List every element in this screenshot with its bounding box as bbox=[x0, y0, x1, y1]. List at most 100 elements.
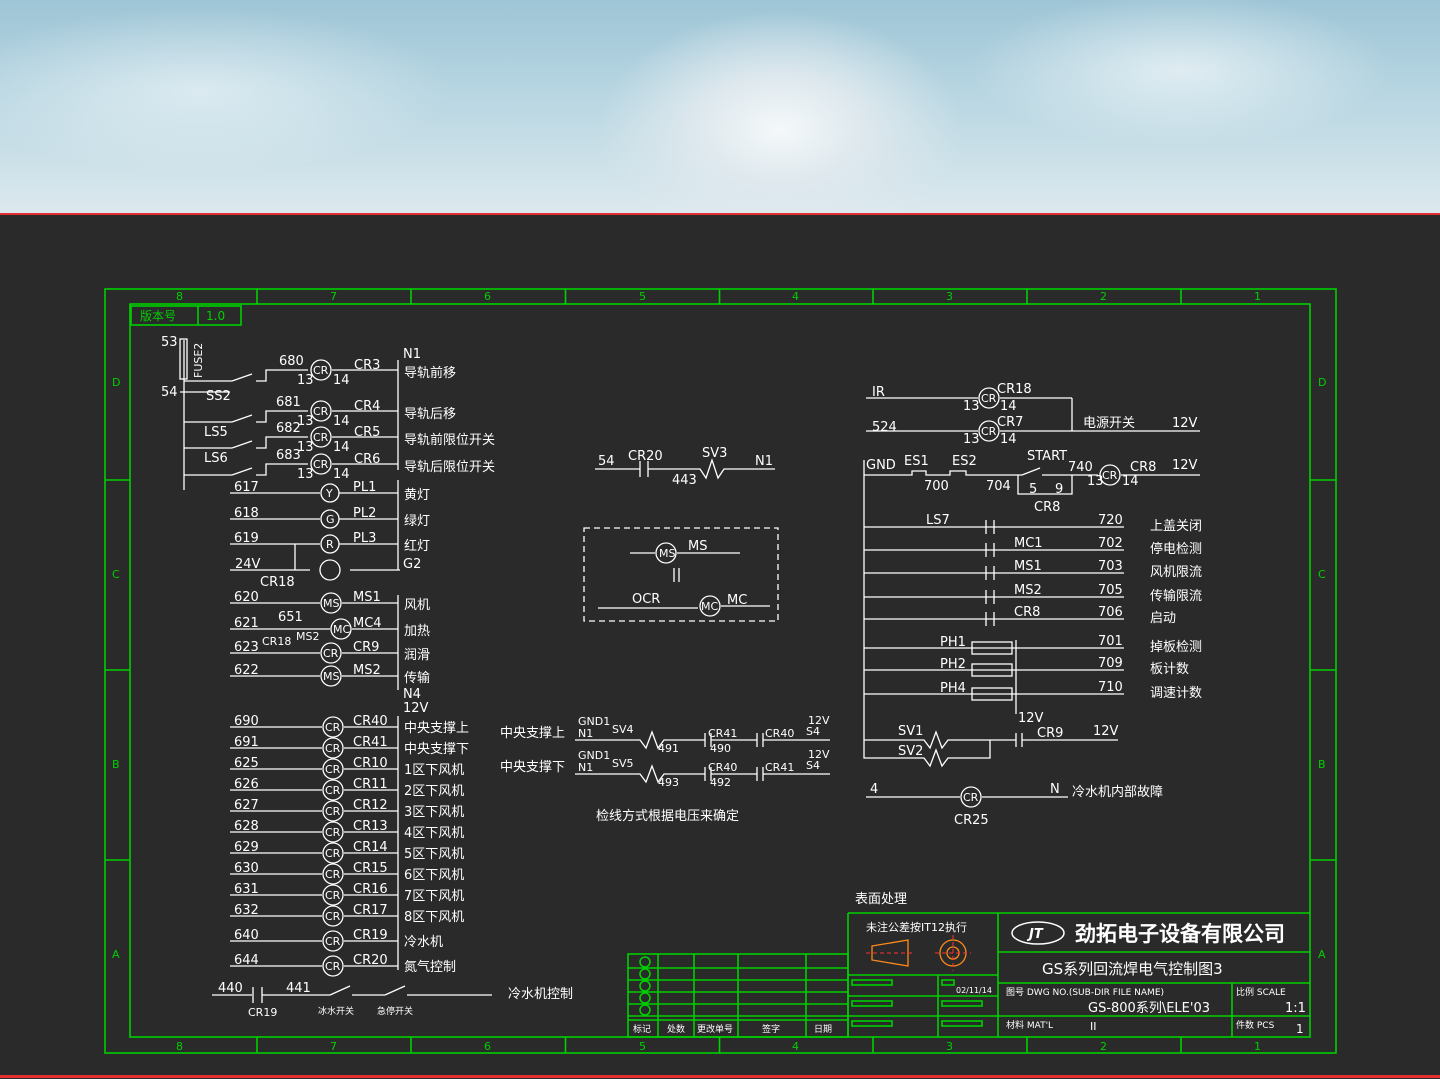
ls5-label: LS5 bbox=[204, 425, 228, 440]
coil-sym: CR bbox=[325, 889, 341, 902]
zone-bottom-4: 4 bbox=[792, 1040, 799, 1053]
lamp-desc-PL1: 黄灯 bbox=[404, 488, 430, 503]
coil-sym: CR bbox=[325, 805, 341, 818]
cr7-13: 13 bbox=[963, 432, 980, 447]
right-ref-MS2: MS2 bbox=[1014, 583, 1042, 598]
left-coil-14: 14 bbox=[333, 414, 350, 429]
cr41b-label: CR41 bbox=[765, 761, 794, 774]
right-wire-709: 709 bbox=[1098, 656, 1123, 671]
right-desc-PH1: 掉板检测 bbox=[1150, 640, 1202, 655]
row-right-B: B bbox=[1318, 758, 1326, 771]
fuse-top-label: 53 bbox=[161, 335, 178, 350]
coil-desc-CR10: 1区下风机 bbox=[404, 763, 464, 778]
coil-desc-CR12: 3区下风机 bbox=[404, 805, 464, 820]
rev-mark-A bbox=[639, 956, 651, 968]
w524-label: 524 bbox=[872, 420, 897, 435]
v12-sv: 12V bbox=[1093, 724, 1119, 739]
right-desc-MS1: 风机限流 bbox=[1150, 565, 1202, 580]
rev-mark-E bbox=[639, 1004, 651, 1016]
left-ref-CR4: CR4 bbox=[354, 399, 380, 414]
coil-ref-CR19: CR19 bbox=[353, 928, 388, 943]
cr8-14: 14 bbox=[1122, 474, 1139, 489]
cr8-sym: CR bbox=[1102, 469, 1118, 482]
n1-label: N1 bbox=[403, 347, 421, 362]
cr18b-label: CR18 bbox=[262, 635, 291, 648]
motor-ref-CR9: CR9 bbox=[353, 640, 379, 655]
right-desc-PH4: 调速计数 bbox=[1150, 686, 1202, 701]
surface-treatment-label: 表面处理 bbox=[855, 892, 907, 907]
coil-desc-CR15: 6区下风机 bbox=[404, 868, 464, 883]
n9-label: 9 bbox=[1055, 482, 1063, 497]
right-wire-710: 710 bbox=[1098, 680, 1123, 695]
zone-bottom-6: 6 bbox=[484, 1040, 491, 1053]
row-right-C: C bbox=[1318, 568, 1326, 581]
zone-top-1: 1 bbox=[1254, 290, 1261, 303]
left-coil-14: 14 bbox=[333, 467, 350, 482]
coil-sym: CR bbox=[325, 935, 341, 948]
zone-bottom-7: 7 bbox=[330, 1040, 337, 1053]
rev-mark-C bbox=[639, 980, 651, 992]
mid-sv3-label: SV3 bbox=[702, 446, 727, 461]
es1-label: ES1 bbox=[904, 454, 929, 469]
lamp-ref-PL1: PL1 bbox=[353, 480, 376, 495]
row-right-A: A bbox=[1318, 948, 1326, 961]
motor-dashed-box bbox=[583, 527, 779, 622]
n-label: N bbox=[1050, 782, 1060, 797]
cr7-sym: CR bbox=[981, 425, 997, 438]
power-switch-label: 电源开关 bbox=[1083, 416, 1135, 431]
left-coil-14: 14 bbox=[333, 440, 350, 455]
tolerance-note: 未注公差按IT12执行 bbox=[866, 920, 967, 934]
right-wire-702: 702 bbox=[1098, 536, 1123, 551]
left-ref-CR5: CR5 bbox=[354, 425, 380, 440]
w700-label: 700 bbox=[924, 479, 949, 494]
right-desc-MS2: 传输限流 bbox=[1150, 588, 1202, 604]
w4-label: 4 bbox=[870, 782, 878, 797]
coil-ref-CR41: CR41 bbox=[353, 735, 388, 750]
zone-bottom-8: 8 bbox=[176, 1040, 183, 1053]
lamp-sym: Y bbox=[325, 487, 333, 500]
w704-label: 704 bbox=[986, 479, 1011, 494]
lamp-sym: G bbox=[326, 513, 335, 526]
w490-label: 490 bbox=[710, 742, 731, 755]
left-wire-682: 682 bbox=[276, 421, 301, 436]
coil-sym: CR bbox=[325, 910, 341, 923]
zone-top-7: 7 bbox=[330, 290, 337, 303]
coil-desc-CR13: 4区下风机 bbox=[404, 826, 464, 841]
lamp-sym: R bbox=[326, 538, 334, 551]
motor-ref-MS2: MS2 bbox=[353, 663, 381, 678]
right-ref-CR8: CR8 bbox=[1014, 605, 1040, 620]
mc-symbol: MC bbox=[701, 600, 718, 613]
wiring-note: 检线方式根据电压来确定 bbox=[596, 808, 739, 824]
fuse-label: FUSE2 bbox=[192, 343, 205, 378]
company-logo-text: JT bbox=[1026, 927, 1044, 942]
coil-desc-CR19: 冷水机 bbox=[404, 935, 443, 950]
n651-label: 651 bbox=[278, 610, 303, 625]
chiller-switch-label: 冰水开关 bbox=[318, 1005, 354, 1017]
n5-label: 5 bbox=[1029, 482, 1037, 497]
sv2-label: SV2 bbox=[898, 744, 923, 759]
rev-col-0: 标记 bbox=[633, 1023, 651, 1035]
v12-cr8: 12V bbox=[1172, 458, 1198, 473]
right-desc-PH2: 板计数 bbox=[1150, 662, 1189, 677]
dwg-no-label: 图号 DWG NO.(SUB-DIR FILE NAME) bbox=[1006, 987, 1164, 998]
right-desc-CR8: 启动 bbox=[1150, 611, 1176, 626]
w441-label: 441 bbox=[286, 981, 311, 996]
cr8-ref: CR8 bbox=[1130, 460, 1156, 475]
left-coil-sym: CR bbox=[313, 405, 329, 418]
n4-label: N4 bbox=[403, 687, 421, 702]
left-circuit: 53 54 FUSE2 SS2 LS5 LS6 N1 680CR13 14CR3导… bbox=[161, 335, 573, 1019]
cr18-label: CR18 bbox=[260, 575, 295, 590]
sup-down-label: 中央支撑下 bbox=[500, 760, 565, 775]
right-desc-LS7: 上盖关闭 bbox=[1150, 519, 1202, 534]
coil-ref-CR40: CR40 bbox=[353, 714, 388, 729]
row-left-B: B bbox=[112, 758, 120, 771]
coil-sym: CR bbox=[325, 721, 341, 734]
cr25-sym: CR bbox=[963, 791, 979, 804]
coil-desc-CR16: 7区下风机 bbox=[404, 889, 464, 904]
cr18-14: 14 bbox=[1000, 399, 1017, 414]
coil-ref-CR20: CR20 bbox=[353, 953, 388, 968]
n1-a: N1 bbox=[578, 727, 593, 740]
lamp-desc-PL2: 绿灯 bbox=[404, 514, 430, 529]
zone-top-6: 6 bbox=[484, 290, 491, 303]
zone-bottom-2: 2 bbox=[1100, 1040, 1107, 1053]
